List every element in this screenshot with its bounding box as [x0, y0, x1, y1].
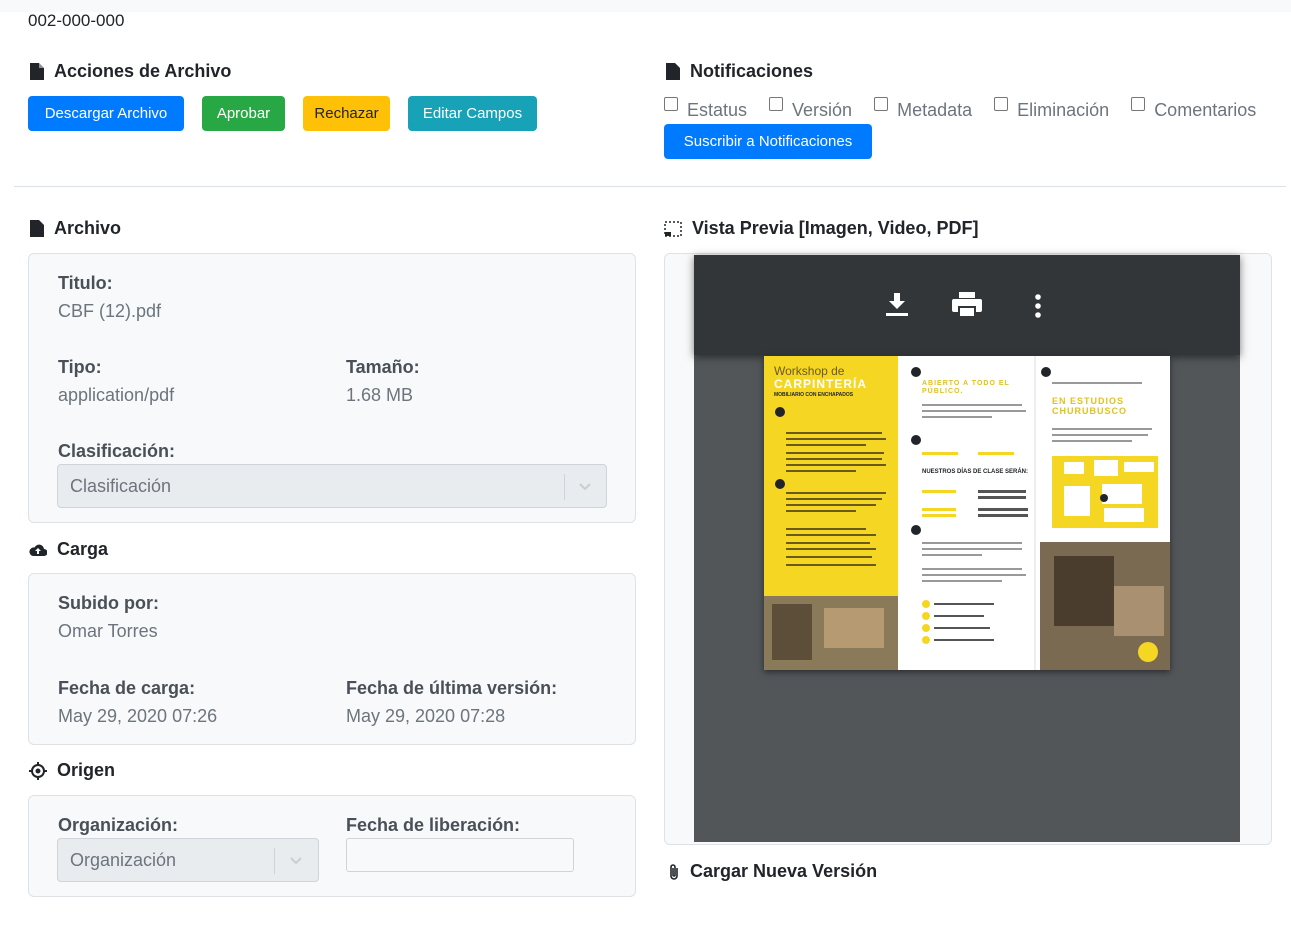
last-version-value: May 29, 2020 07:28 — [346, 706, 506, 726]
upload-date-label: Fecha de carga: — [58, 678, 196, 698]
notification-options: Estatus Versión Metadata Eliminación Com… — [664, 96, 1256, 121]
release-date-input[interactable] — [346, 838, 574, 872]
paperclip-icon — [670, 863, 678, 880]
top-bar — [0, 0, 1291, 12]
size-value: 1.68 MB — [346, 385, 414, 405]
organization-label: Organización: — [58, 815, 179, 835]
notify-status-checkbox[interactable]: Estatus — [664, 96, 747, 121]
actions-title-text: Acciones de Archivo — [54, 61, 232, 81]
file-icon — [30, 63, 44, 80]
cloud-upload-icon — [29, 544, 47, 556]
title-value: CBF (12).pdf — [58, 301, 162, 321]
checkbox-box[interactable] — [769, 97, 784, 111]
print-icon[interactable] — [952, 292, 982, 318]
checkbox-box[interactable] — [874, 97, 889, 111]
upload-date-value: May 29, 2020 07:26 — [58, 706, 218, 726]
approve-button[interactable]: Aprobar — [202, 96, 285, 131]
checkbox-label: Estatus — [687, 100, 748, 120]
carga-title-text: Carga — [57, 539, 109, 559]
title-label: Titulo: — [58, 273, 113, 293]
pdf-open-text: ABIERTO A TODO EL PÚBLICO. — [922, 380, 1010, 395]
origen-card: Organización: Organización Fecha de libe… — [28, 795, 636, 897]
organization-select[interactable]: Organización — [57, 838, 319, 882]
archivo-title-text: Archivo — [54, 218, 122, 238]
download-file-button[interactable]: Descargar Archivo — [28, 96, 184, 131]
chevron-down-icon[interactable] — [577, 478, 593, 494]
checkbox-label: Eliminación — [1017, 100, 1110, 120]
preview-title-text: Vista Previa [Imagen, Video, PDF] — [692, 218, 979, 238]
organization-placeholder: Organización — [70, 849, 177, 870]
origen-section-title: Origen — [29, 760, 115, 781]
pdf-days-text: NUESTROS DÍAS DE CLASE SERÁN: — [922, 469, 1029, 475]
file-icon — [30, 220, 44, 237]
archivo-card: Titulo: CBF (12).pdf Tipo: application/p… — [28, 253, 636, 523]
upload-new-version-title[interactable]: Cargar Nueva Versión — [668, 861, 877, 882]
uploaded-by-label: Subido por: — [58, 593, 159, 613]
section-divider — [14, 186, 1286, 187]
classification-placeholder: Clasificación — [70, 475, 172, 496]
edit-fields-button[interactable]: Editar Campos — [408, 96, 537, 131]
carga-card: Subido por: Omar Torres Fecha de carga: … — [28, 573, 636, 745]
preview-section-title: Vista Previa [Imagen, Video, PDF] — [664, 218, 978, 239]
pdf-place-text: EN ESTUDIOS CHURUBUSCO — [1052, 396, 1127, 416]
checkbox-label: Metadata — [897, 100, 973, 120]
checkbox-label: Versión — [792, 100, 853, 120]
type-value: application/pdf — [58, 385, 175, 405]
pdf-workshop-text: Workshop de — [774, 364, 845, 378]
notifications-section-title: Notificaciones — [666, 61, 813, 82]
pdf-toolbar — [694, 255, 1240, 355]
notify-metadata-checkbox[interactable]: Metadata — [874, 96, 972, 121]
release-date-label: Fecha de liberación: — [346, 815, 521, 835]
archivo-section-title: Archivo — [30, 218, 121, 239]
crosshair-icon — [29, 761, 47, 780]
actions-section-title: Acciones de Archivo — [30, 61, 231, 82]
carga-section-title: Carga — [29, 539, 108, 560]
checkbox-box[interactable] — [664, 97, 678, 111]
document-number: 002-000-000 — [28, 11, 125, 30]
type-label: Tipo: — [58, 357, 102, 377]
uploaded-by-value: Omar Torres — [58, 621, 158, 641]
notifications-title-text: Notificaciones — [690, 61, 814, 81]
pdf-viewer[interactable]: Workshop de CARPINTERÍA MOBILIARIO CON E… — [694, 255, 1240, 842]
notify-version-checkbox[interactable]: Versión — [769, 96, 852, 121]
more-options-icon[interactable] — [1034, 294, 1042, 318]
size-label: Tamaño: — [346, 357, 420, 377]
file-icon — [666, 63, 680, 80]
upload-new-version-text: Cargar Nueva Versión — [690, 861, 878, 881]
last-version-label: Fecha de última versión: — [346, 678, 558, 698]
pdf-page: Workshop de CARPINTERÍA MOBILIARIO CON E… — [764, 356, 1170, 670]
chevron-down-icon[interactable] — [288, 852, 304, 868]
checkbox-label: Comentarios — [1154, 100, 1257, 120]
subscribe-notifications-button[interactable]: Suscribir a Notificaciones — [664, 124, 872, 159]
download-icon[interactable] — [886, 293, 908, 317]
checkbox-box[interactable] — [994, 97, 1009, 111]
reject-button[interactable]: Rechazar — [303, 96, 390, 131]
checkbox-box[interactable] — [1131, 97, 1146, 111]
notify-deletion-checkbox[interactable]: Eliminación — [994, 96, 1109, 121]
origen-title-text: Origen — [57, 760, 116, 780]
classification-select[interactable]: Clasificación — [57, 464, 607, 508]
notify-comments-checkbox[interactable]: Comentarios — [1131, 96, 1256, 121]
select-separator — [274, 848, 275, 874]
pdf-subtitle-text: MOBILIARIO CON ENCHAPADOS — [774, 392, 854, 398]
image-frame-icon — [664, 220, 682, 237]
classification-label: Clasificación: — [58, 441, 176, 461]
pdf-carpinteria-text: CARPINTERÍA — [774, 377, 868, 391]
select-separator — [564, 474, 565, 500]
